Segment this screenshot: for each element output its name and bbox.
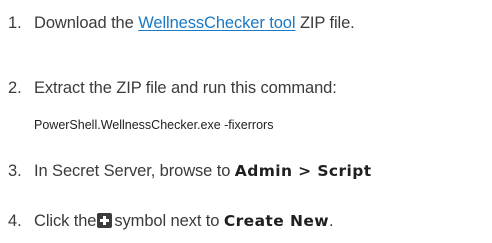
step-number: 4. xyxy=(8,212,22,230)
step-text-suffix: . xyxy=(328,212,334,230)
step-text-suffix: ZIP file. xyxy=(299,14,355,32)
step-1: 1. Download the WellnessChecker tool ZIP … xyxy=(8,12,355,34)
wellness-checker-link[interactable]: WellnessChecker tool xyxy=(138,14,295,32)
step-text: Download the xyxy=(34,14,134,32)
step-2: 2. Extract the ZIP file and run this comm… xyxy=(8,77,337,99)
step-number: 1. xyxy=(8,14,22,32)
step-4: 4. Click the symbol next to Create New. xyxy=(8,210,334,232)
step-text-middle: symbol next to xyxy=(114,212,220,230)
step-text: Extract the ZIP file and run this comman… xyxy=(34,79,337,97)
menu-path: Admin > Script xyxy=(234,162,372,180)
step-text: In Secret Server, browse to xyxy=(34,162,231,180)
command-text: PowerShell.WellnessChecker.exe -fixerror… xyxy=(34,118,274,132)
step-number: 2. xyxy=(8,79,22,97)
step-3: 3. In Secret Server, browse to Admin > Sc… xyxy=(8,160,372,182)
step-number: 3. xyxy=(8,162,22,180)
create-new-label: Create New xyxy=(223,212,329,230)
step-text: Click the xyxy=(34,212,97,230)
plus-square-icon xyxy=(97,213,113,228)
